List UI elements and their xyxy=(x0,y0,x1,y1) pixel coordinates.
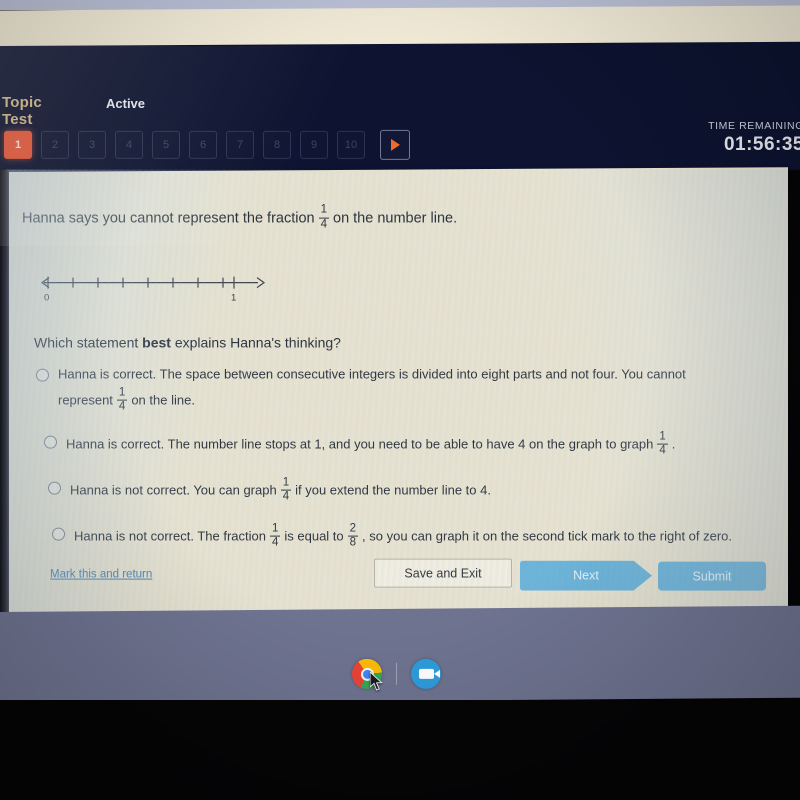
choice-b-text-1: Hanna is correct. The number line stops … xyxy=(66,437,654,453)
radio-button-a[interactable] xyxy=(36,368,49,382)
question-number-1[interactable]: 1 xyxy=(4,130,32,159)
question-number-3[interactable]: 3 xyxy=(78,130,106,159)
choice-a-line-2: represent 1 4 on the line. xyxy=(58,386,686,414)
radio-button-d[interactable] xyxy=(52,527,65,541)
submit-button[interactable]: Submit xyxy=(658,561,766,591)
choice-d-text-3: , so you can graph it on the second tick… xyxy=(362,529,733,545)
video-camera-icon xyxy=(418,668,434,679)
save-and-exit-button[interactable]: Save and Exit xyxy=(374,558,512,588)
choice-b-line-1: Hanna is correct. The number line stops … xyxy=(66,430,676,458)
choice-c-fraction: 1 4 xyxy=(280,476,292,503)
mark-this-and-return-link[interactable]: Mark this and return xyxy=(50,569,152,581)
zoom-icon[interactable] xyxy=(411,658,441,689)
answer-choice-b-text: Hanna is correct. The number line stops … xyxy=(66,430,676,458)
answer-choice-d-text: Hanna is not correct. The fraction 1 4 i… xyxy=(74,522,733,550)
number-line-label-one: 1 xyxy=(231,292,237,304)
answer-choices: Hanna is correct. The space between cons… xyxy=(36,366,771,551)
choice-a-fraction: 1 4 xyxy=(116,386,128,413)
time-remaining-label: TIME REMAINING xyxy=(708,119,800,132)
tab-topic-test[interactable]: Topic Test xyxy=(2,94,42,128)
choice-d-denominator-2: 8 xyxy=(349,536,357,549)
question-stem: Hanna says you cannot represent the frac… xyxy=(22,203,458,232)
choice-d-numerator-2: 2 xyxy=(349,522,357,535)
question-number-8[interactable]: 8 xyxy=(263,130,291,159)
choice-c-text-1: Hanna is not correct. You can graph xyxy=(70,483,277,499)
stem-fraction: 1 4 xyxy=(318,203,329,231)
question-card: Hanna says you cannot represent the frac… xyxy=(6,167,788,616)
radio-button-b[interactable] xyxy=(44,435,57,449)
answer-choice-c[interactable]: Hanna is not correct. You can graph 1 4 … xyxy=(48,476,771,504)
question-number-9[interactable]: 9 xyxy=(300,130,328,159)
choice-c-numerator: 1 xyxy=(282,476,290,489)
answer-choice-c-text: Hanna is not correct. You can graph 1 4 … xyxy=(70,476,491,504)
question-prompt-before: Which statement xyxy=(34,334,143,351)
shelf-icon-group xyxy=(352,658,441,689)
choice-b-numerator: 1 xyxy=(659,430,666,443)
choice-a-text-2: represent xyxy=(58,393,113,409)
choice-b-fraction: 1 4 xyxy=(657,430,668,457)
screen-left-bezel xyxy=(0,170,9,620)
answer-choice-d[interactable]: Hanna is not correct. The fraction 1 4 i… xyxy=(52,522,771,550)
shelf-divider xyxy=(396,662,397,685)
time-remaining: TIME REMAINING 01:56:35 xyxy=(708,120,800,156)
question-number-5[interactable]: 5 xyxy=(152,130,180,159)
answer-choice-a[interactable]: Hanna is correct. The space between cons… xyxy=(36,366,771,415)
number-line-svg xyxy=(40,276,266,289)
stem-fraction-numerator: 1 xyxy=(320,203,327,216)
photo-bottom-border xyxy=(0,700,800,800)
next-question-arrow-button[interactable] xyxy=(380,129,410,160)
action-bar: Mark this and return Save and Exit Next … xyxy=(6,557,788,613)
choice-d-text-2: is equal to xyxy=(284,529,344,545)
question-number-4[interactable]: 4 xyxy=(115,130,143,159)
question-prompt: Which statement best explains Hanna's th… xyxy=(34,335,341,351)
question-stem-before: Hanna says you cannot represent the frac… xyxy=(22,210,315,227)
choice-d-numerator-1: 1 xyxy=(271,522,279,535)
choice-d-fraction-1: 1 4 xyxy=(269,522,281,549)
screenshot-root: Topic Test Active 1 2 3 4 5 6 7 8 9 10 T… xyxy=(0,0,800,800)
question-number-6[interactable]: 6 xyxy=(189,130,217,159)
answer-choice-b[interactable]: Hanna is correct. The number line stops … xyxy=(44,430,771,458)
question-number-7[interactable]: 7 xyxy=(226,130,254,159)
number-line-figure: 0 1 xyxy=(36,272,272,306)
choice-b-text-2: . xyxy=(671,437,676,453)
test-header: Topic Test Active 1 2 3 4 5 6 7 8 9 10 T… xyxy=(0,41,800,174)
next-button[interactable]: Next xyxy=(520,561,652,591)
question-prompt-bold: best xyxy=(142,334,171,351)
choice-d-denominator-1: 4 xyxy=(271,536,279,549)
desktop-shelf xyxy=(0,605,800,704)
question-number-10[interactable]: 10 xyxy=(337,130,365,159)
choice-a-numerator: 1 xyxy=(118,386,126,399)
radio-button-c[interactable] xyxy=(48,481,61,495)
choice-c-line-1: Hanna is not correct. You can graph 1 4 … xyxy=(70,476,491,504)
choice-d-line-1: Hanna is not correct. The fraction 1 4 i… xyxy=(74,522,733,550)
choice-c-text-2: if you extend the number line to 4. xyxy=(295,483,491,499)
question-number-nav: 1 2 3 4 5 6 7 8 9 10 xyxy=(4,129,410,160)
choice-a-denominator: 4 xyxy=(118,400,126,413)
question-number-2[interactable]: 2 xyxy=(41,130,69,159)
choice-c-denominator: 4 xyxy=(282,490,290,503)
stem-fraction-denominator: 4 xyxy=(320,218,327,231)
question-stem-after: on the number line. xyxy=(333,210,458,227)
time-remaining-value: 01:56:35 xyxy=(723,133,800,155)
choice-a-line-1: Hanna is correct. The space between cons… xyxy=(58,366,686,385)
choice-b-denominator: 4 xyxy=(659,444,666,457)
choice-d-text-1: Hanna is not correct. The fraction xyxy=(74,529,266,545)
choice-a-text-1: Hanna is correct. The space between cons… xyxy=(58,366,686,382)
chrome-icon[interactable] xyxy=(352,658,382,689)
tab-active[interactable]: Active xyxy=(106,96,145,111)
number-line-label-zero: 0 xyxy=(44,292,50,304)
play-triangle-icon xyxy=(390,138,400,151)
answer-choice-a-text: Hanna is correct. The space between cons… xyxy=(58,366,686,415)
question-prompt-after: explains Hanna's thinking? xyxy=(170,334,341,351)
choice-a-text-3: on the line. xyxy=(131,393,195,409)
choice-d-fraction-2: 2 8 xyxy=(347,522,359,549)
